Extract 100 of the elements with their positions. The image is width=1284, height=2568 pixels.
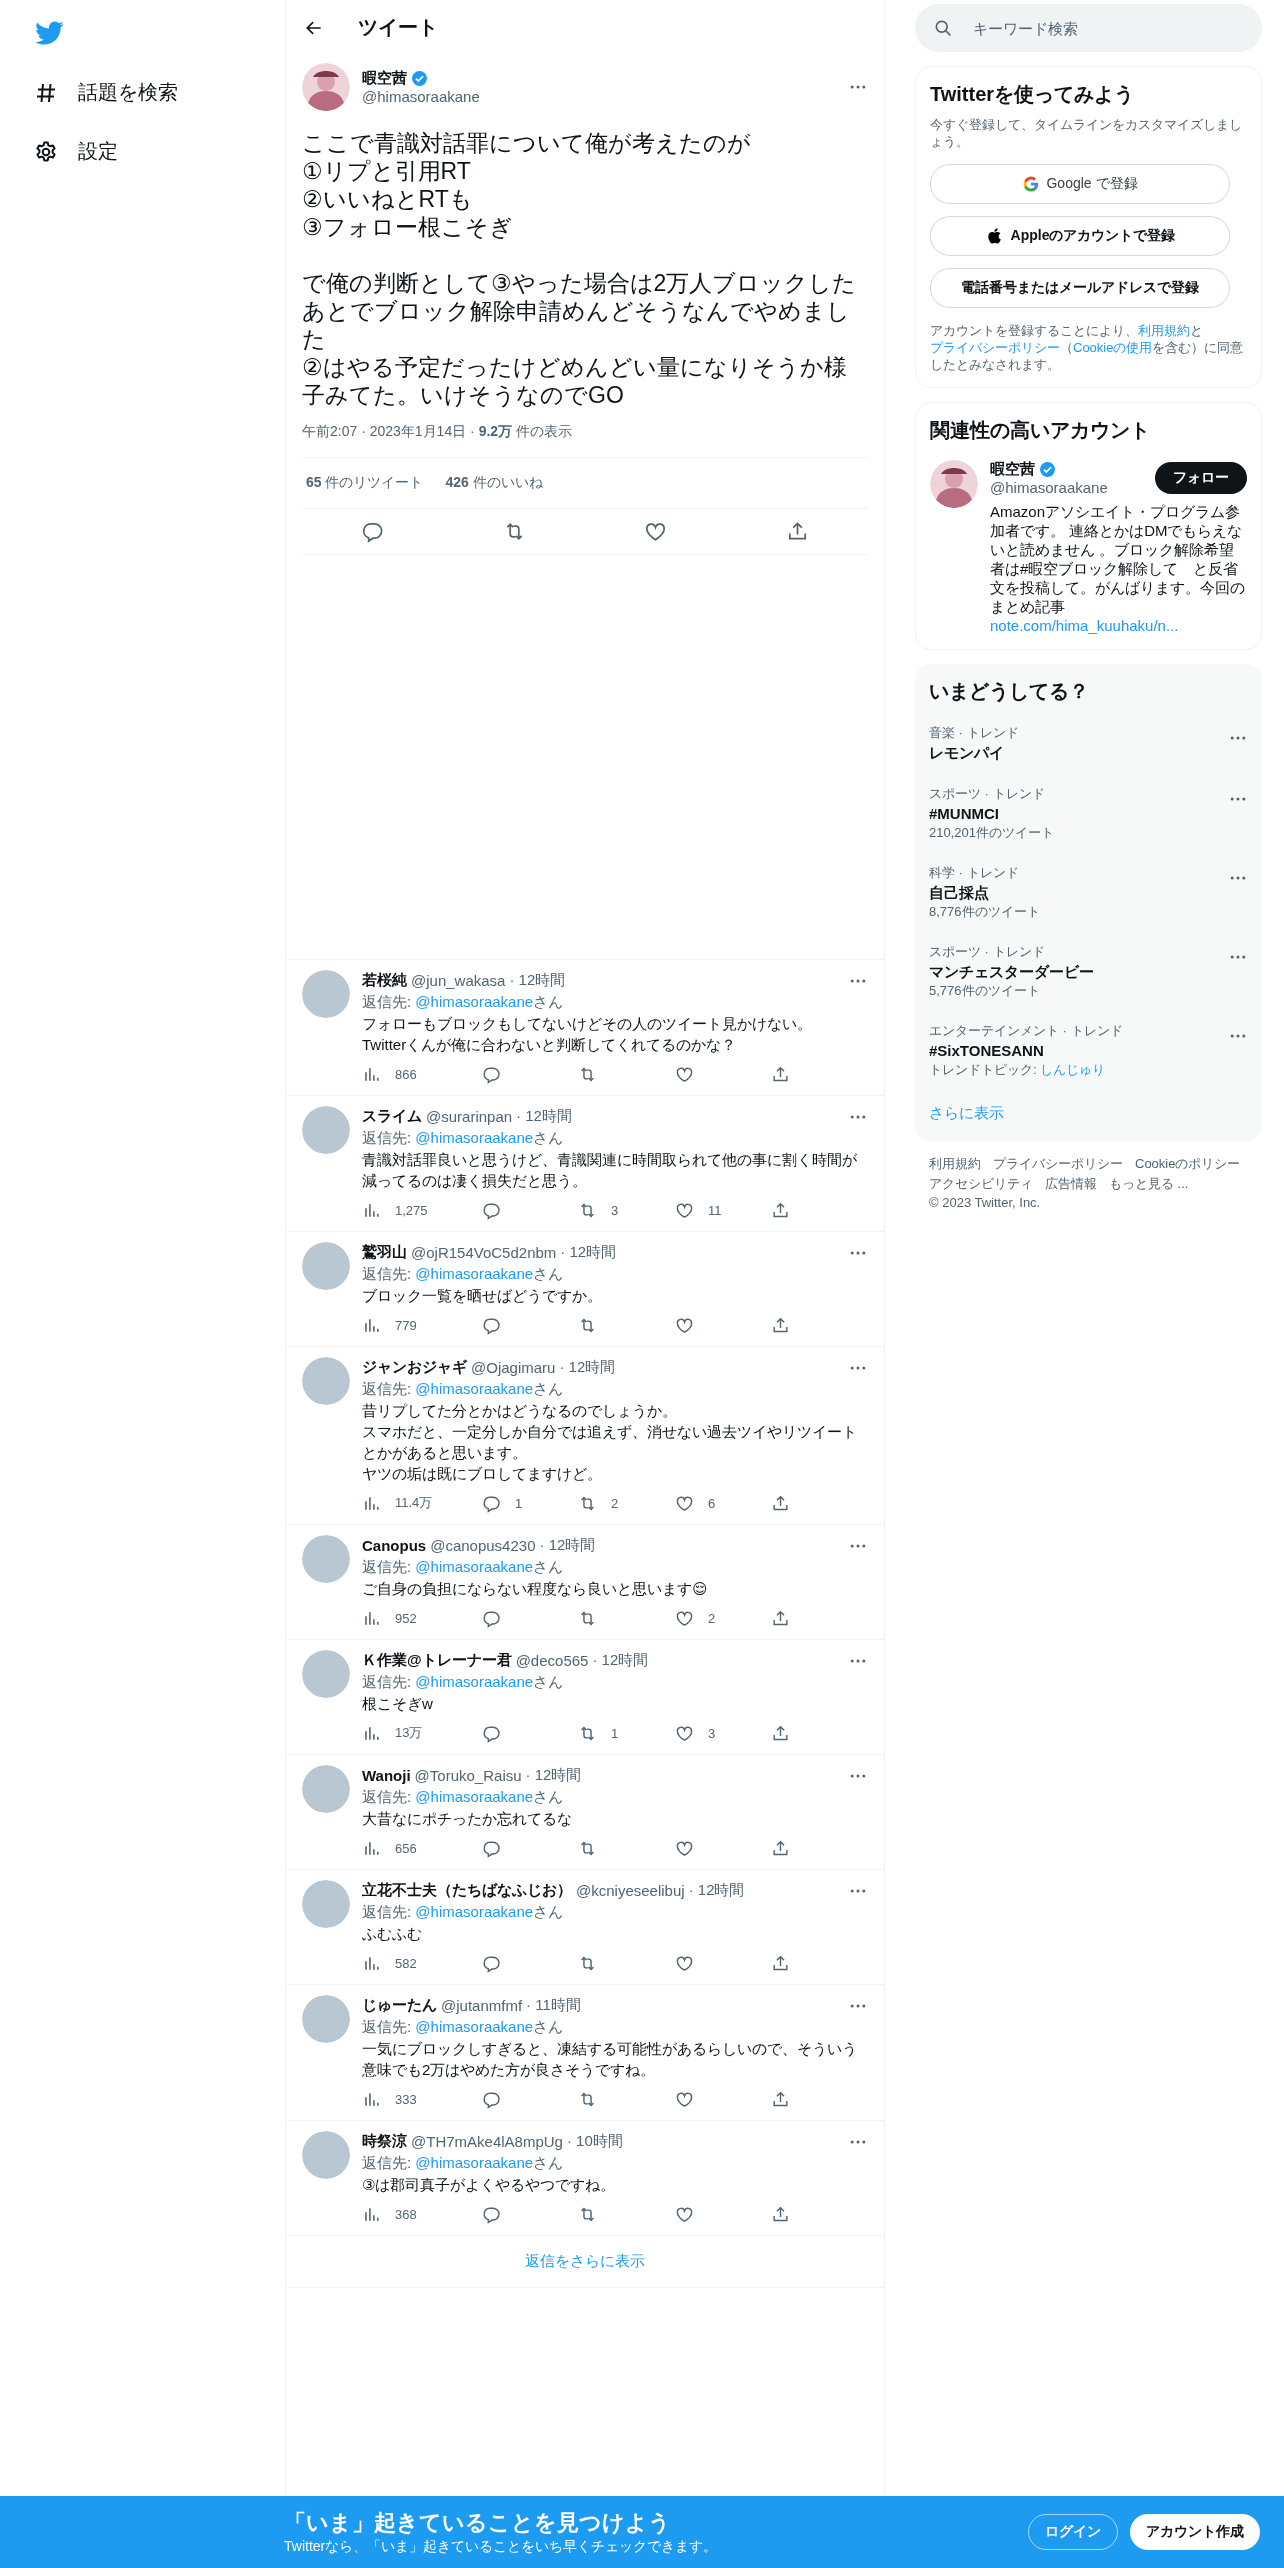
reply-icon[interactable]	[482, 1838, 501, 1858]
reply-text: 青識対話罪良いと思うけど、青識関連に時間取られて他の事に割く時間が減ってるのは凄く損失だと思う。	[362, 1150, 858, 1191]
user-handle: @Toruko_Raisu	[414, 1767, 522, 1784]
share-icon[interactable]	[771, 1493, 790, 1513]
reply-to-text: 返信先: @himasoraakaneさん	[362, 1557, 565, 1577]
signup-button[interactable]: アカウント作成	[1130, 2514, 1260, 2550]
signup-button[interactable]: Google で登録	[930, 164, 1230, 204]
reply-icon[interactable]	[482, 1315, 501, 1335]
trend-name[interactable]: 自己採点	[929, 882, 1228, 903]
footer-link[interactable]: Cookieのポリシー	[1135, 1155, 1241, 1173]
share-icon[interactable]	[771, 1200, 790, 1220]
signup-button[interactable]: 電話番号またはメールアドレスで登録	[930, 268, 1230, 308]
trend-detail: トレンドトピック: しんじゅり	[929, 1061, 1107, 1079]
tweet-text-line: ここで青識対話罪について俺が考えたのが	[302, 129, 752, 157]
stat-link[interactable]: 65 件のリツイート	[306, 474, 424, 492]
footer-link[interactable]: 利用規約	[929, 1155, 981, 1173]
reply-icon[interactable]	[482, 2089, 501, 2109]
trend-name[interactable]: レモンパイ	[929, 742, 1228, 763]
share-icon[interactable]	[771, 1723, 790, 1743]
user-name[interactable]: Wanoji	[362, 1767, 411, 1784]
footer-link[interactable]: © 2023 Twitter, Inc.	[929, 1195, 1041, 1210]
share-icon[interactable]	[771, 2089, 790, 2109]
timestamp: · 12時間	[525, 1766, 582, 1785]
footer-link[interactable]: プライバシーポリシー	[993, 1155, 1123, 1173]
user-name[interactable]: じゅーたん	[362, 1996, 437, 2015]
reply-to-text: 返信先: @himasoraakaneさん	[362, 1787, 565, 1807]
signup-button[interactable]: Appleのアカウントで登録	[930, 216, 1230, 256]
user-handle: @kcniyeseelibuj	[576, 1882, 685, 1899]
reply-icon[interactable]	[482, 1493, 501, 1513]
page-title: ツイート	[358, 15, 438, 40]
reply-text: フォローもブロックもしてないけどその人のツイート見かけない。	[362, 1014, 813, 1034]
user-handle: @ojR154VoC5d2nbm	[411, 1244, 557, 1261]
user-name[interactable]: スライム	[362, 1107, 422, 1126]
reply-icon[interactable]	[482, 1723, 501, 1743]
reply-text: 一気にブロックしすぎると、凍結する可能性があるらしいので、そういう意味でも2万はやめた方が良さそうですね。	[362, 2039, 858, 2080]
avatar[interactable]	[302, 63, 350, 111]
timestamp: · 12時間	[559, 1358, 616, 1377]
nav-item[interactable]: 話題を検索	[34, 70, 178, 115]
card-title: 関連性の高いアカウント	[930, 418, 1151, 443]
footer-link[interactable]: もっと見る ...	[1109, 1175, 1189, 1193]
reply-icon[interactable]	[482, 2204, 501, 2224]
user-name[interactable]: 暇空茜	[990, 460, 1035, 479]
reply-icon[interactable]	[361, 520, 385, 543]
trend-name[interactable]: #SixTONESANN	[929, 1040, 1228, 1061]
count: 952	[395, 1610, 417, 1626]
user-handle: @TH7mAke4lA8mpUg	[411, 2133, 563, 2150]
avatar[interactable]	[930, 460, 978, 508]
settings-icon	[34, 139, 58, 164]
count: 6	[708, 1495, 716, 1511]
tweet-text-line: ①リプと引用RT	[302, 157, 472, 185]
share-icon[interactable]	[771, 1315, 790, 1335]
user-name[interactable]: 時祭涼	[362, 2132, 407, 2151]
description: 今すぐ登録して、タイムラインをカスタマイズしましょう。	[930, 116, 1243, 150]
banner-subtitle: Twitterなら、「いま」起きていることをいち早くチェックできます。	[284, 2538, 718, 2556]
reply-to-text: 返信先: @himasoraakaneさん	[362, 1379, 565, 1399]
reply-to-text: 返信先: @himasoraakaneさん	[362, 1128, 565, 1148]
reply-text: ふむふむ	[362, 1924, 423, 1944]
reply-icon[interactable]	[482, 1200, 501, 1220]
share-icon[interactable]	[771, 1608, 790, 1628]
reply-text: ③は郡司真子がよくやるやつですね。	[362, 2175, 617, 2195]
count: 1,275	[395, 1202, 428, 1218]
user-name[interactable]: 若桜純	[362, 971, 407, 990]
user-name[interactable]: ジャンおジャギ	[362, 1358, 467, 1377]
trend-name[interactable]: マンチェスターダービー	[929, 961, 1228, 982]
reply-to-text: 返信先: @himasoraakaneさん	[362, 1264, 565, 1284]
user-name[interactable]: Canopus	[362, 1537, 427, 1554]
reply-icon[interactable]	[482, 1064, 501, 1084]
share-icon[interactable]	[771, 1838, 790, 1858]
footer-link[interactable]: 広告情報	[1045, 1175, 1097, 1193]
user-handle: @deco565	[515, 1652, 589, 1669]
footer-link[interactable]: アクセシビリティ	[929, 1175, 1033, 1193]
search-icon	[933, 18, 953, 38]
reply-text: 昔リプしてた分とかはどうなるのでしょうか。	[362, 1401, 678, 1421]
follow-button[interactable]: フォロー	[1155, 462, 1247, 494]
timestamp: · 11時間	[526, 1996, 581, 2015]
count: 11.4万	[395, 1494, 433, 1512]
user-name[interactable]: Ｋ作業@トレーナー君	[362, 1651, 512, 1670]
trend-category: 科学 · トレンド	[929, 864, 1020, 882]
user-name[interactable]: 立花不士夫（たちばなふじお）	[362, 1881, 572, 1900]
tweet-text-line: ②はやる予定だったけどめんどい量になりそうか様子みてた。いけそうなのでGO	[302, 353, 848, 409]
timestamp: · 12時間	[688, 1881, 745, 1900]
heart-icon[interactable]	[644, 520, 668, 543]
user-name[interactable]: 暇空茜	[362, 69, 407, 88]
share-icon[interactable]	[771, 2204, 790, 2224]
banner-title: 「いま」起きていることを見つけよう	[284, 2509, 672, 2537]
trend-category: 音楽 · トレンド	[929, 724, 1020, 742]
share-icon[interactable]	[771, 1953, 790, 1973]
trend-category: スポーツ · トレンド	[929, 943, 1046, 961]
search-field[interactable]: キーワード検索	[915, 4, 1262, 52]
trend-name[interactable]: #MUNMCI	[929, 803, 1228, 824]
stat-link[interactable]: 426 件のいいね	[445, 474, 543, 492]
reply-text: ご自身の負担にならない程度なら良いと思います😌	[362, 1579, 709, 1599]
count: 3	[611, 1202, 619, 1218]
reply-to-text: 返信先: @himasoraakaneさん	[362, 2017, 565, 2037]
reply-icon[interactable]	[482, 1953, 501, 1973]
reply-icon[interactable]	[482, 1608, 501, 1628]
user-name[interactable]: 鷲羽山	[362, 1243, 407, 1262]
nav-item[interactable]: 設定	[34, 129, 118, 174]
share-icon[interactable]	[771, 1064, 790, 1084]
timestamp: · 12時間	[516, 1107, 572, 1126]
